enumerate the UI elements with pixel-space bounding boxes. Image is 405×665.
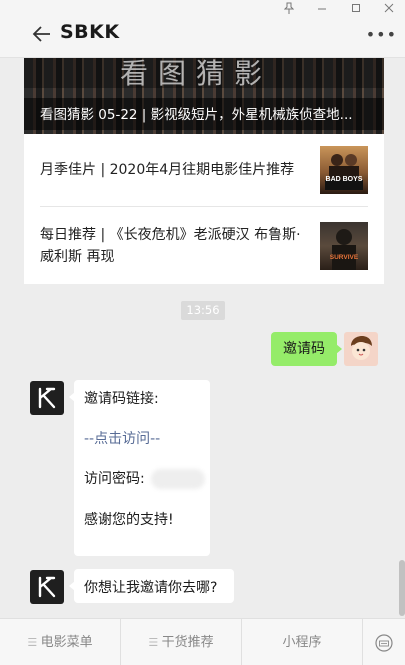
maximize-icon[interactable] — [345, 2, 367, 18]
menu-recommend[interactable]: ☰ 干货推荐 — [121, 619, 241, 665]
article-item-2[interactable]: 每日推荐 | 《长夜危机》老派硬汉 布鲁斯·威利斯 再现 SURVIVE — [24, 207, 384, 284]
bot-avatar[interactable] — [30, 381, 64, 415]
menu-label: 电影菜单 — [40, 635, 93, 650]
user-avatar[interactable] — [344, 332, 378, 366]
bot-message-bubble[interactable]: 邀请码链接: --点击访问-- 访问密码: 感谢您的支持! — [69, 380, 210, 556]
pin-icon[interactable] — [278, 2, 300, 18]
bot-message-text: 你想让我邀请你去哪? — [84, 580, 218, 596]
scrollbar[interactable] — [399, 560, 405, 616]
menu-list-icon: ☰ — [148, 636, 162, 649]
invite-link-label: 邀请码链接: — [84, 391, 159, 407]
chat-area: 看图猜影 看图猜影 05-22 | 影视级短片，外星机械族侦查地... 月季佳片… — [0, 58, 405, 618]
link-dashes: -- — [150, 431, 161, 447]
chat-title: SBKK — [60, 21, 120, 43]
thumb-text: SURVIVE — [329, 254, 359, 261]
bot-message-bubble[interactable]: 你想让我邀请你去哪? — [69, 569, 234, 603]
blurred-password — [151, 469, 206, 489]
timestamp-badge: 13:56 — [181, 301, 225, 320]
article-banner[interactable]: 看图猜影 看图猜影 05-22 | 影视级短片，外星机械族侦查地... — [24, 58, 384, 134]
banner-caption: 看图猜影 05-22 | 影视级短片，外星机械族侦查地... — [24, 98, 384, 130]
article-title: 月季佳片 | 2020年4月往期电影佳片推荐 — [40, 162, 295, 178]
article-card[interactable]: 看图猜影 看图猜影 05-22 | 影视级短片，外星机械族侦查地... 月季佳片… — [24, 58, 384, 284]
minimize-icon[interactable] — [311, 2, 333, 18]
close-icon[interactable] — [378, 2, 400, 18]
article-title: 每日推荐 | 《长夜危机》老派硬汉 布鲁斯·威利斯 再现 — [40, 227, 301, 265]
invite-link-row: --点击访问-- — [84, 428, 160, 448]
keyboard-toggle-icon[interactable] — [363, 619, 405, 665]
bottom-menu: ☰ 电影菜单 ☰ 干货推荐 小程序 — [0, 618, 405, 665]
more-dots-icon[interactable]: ••• — [366, 25, 397, 44]
article-item-1[interactable]: 月季佳片 | 2020年4月往期电影佳片推荐 BAD BOYS — [24, 134, 384, 206]
password-label: 访问密码: — [84, 471, 145, 487]
password-row: 访问密码: — [84, 468, 206, 489]
link-dashes: -- — [84, 431, 95, 447]
bot-avatar[interactable] — [30, 570, 64, 604]
arrow-left-icon[interactable] — [30, 22, 54, 46]
thanks-text: 感谢您的支持! — [84, 512, 174, 528]
menu-label: 干货推荐 — [161, 635, 214, 650]
user-message-bubble[interactable]: 邀请码 — [271, 332, 342, 366]
menu-list-icon: ☰ — [27, 636, 41, 649]
banner-text: 看图猜影 — [120, 58, 273, 90]
menu-movie[interactable]: ☰ 电影菜单 — [0, 619, 120, 665]
thumb-text: BAD BOYS — [325, 176, 363, 183]
article-thumbnail: SURVIVE — [320, 222, 368, 270]
visit-link[interactable]: 点击访问 — [94, 431, 150, 447]
title-bar: SBKK ••• — [0, 0, 405, 58]
menu-miniprogram[interactable]: 小程序 — [242, 619, 362, 665]
article-thumbnail: BAD BOYS — [320, 146, 368, 194]
